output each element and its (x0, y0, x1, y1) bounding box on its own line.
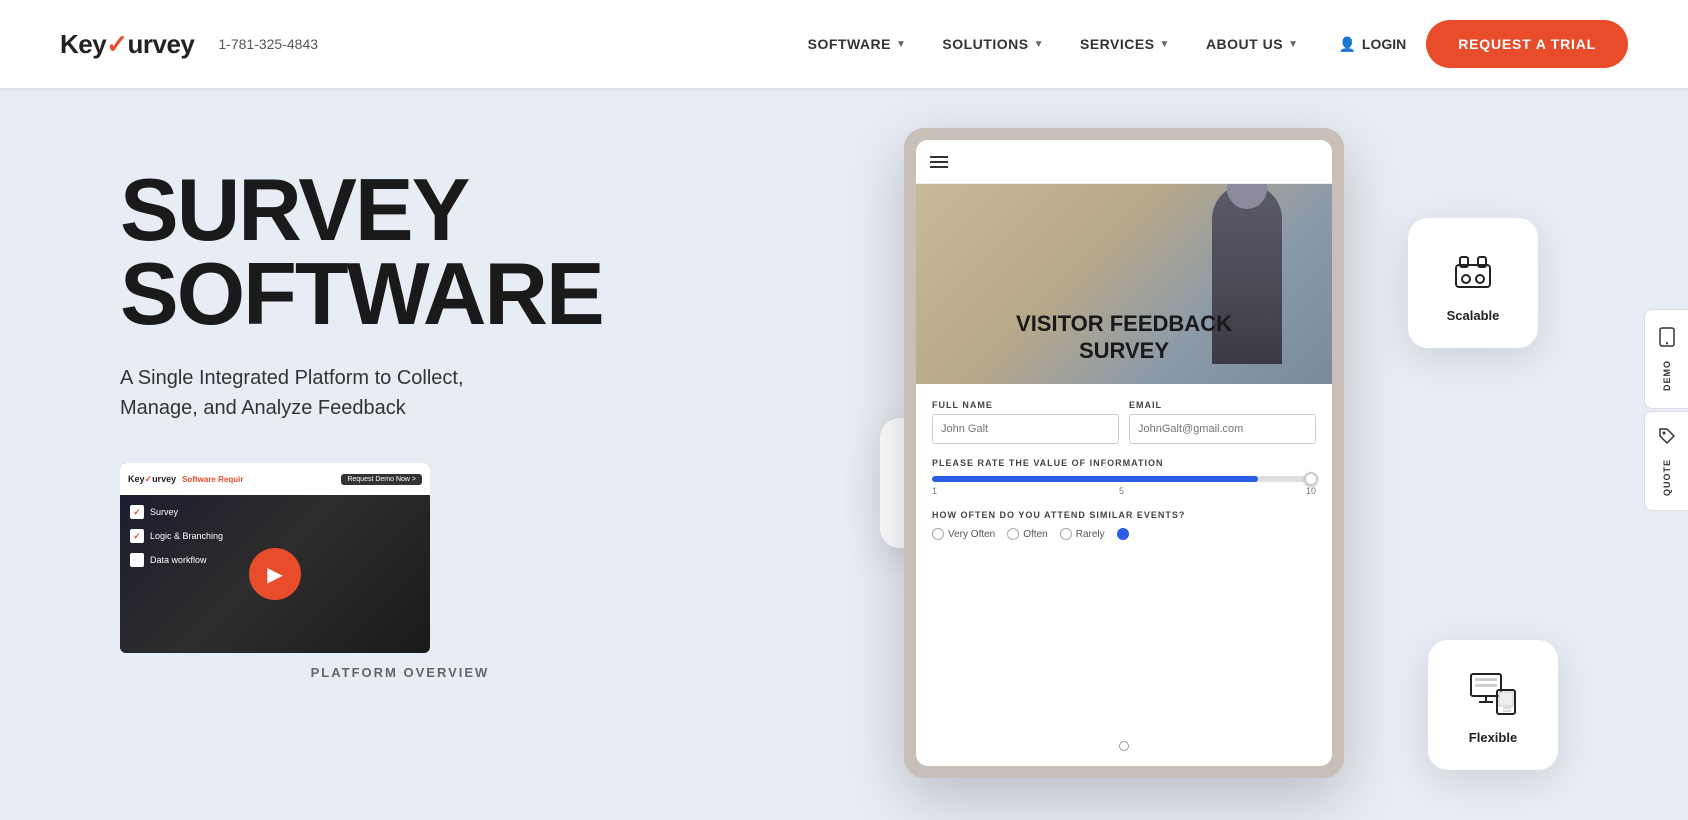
phone-number: 1-781-325-4843 (218, 36, 318, 52)
full-name-field: FULL NAME (932, 400, 1119, 444)
survey-title: VISITOR FEEDBACK SURVEY (936, 311, 1312, 364)
chevron-down-icon: ▼ (896, 39, 906, 50)
email-field: EMAIL (1129, 400, 1316, 444)
radio-rarely[interactable]: Rarely (1060, 528, 1105, 540)
nav-software-label: SOFTWARE (808, 36, 891, 52)
logo-text: Key (60, 29, 106, 60)
full-name-label: FULL NAME (932, 400, 1119, 410)
tablet-hero-image: VISITOR FEEDBACK SURVEY (916, 184, 1332, 384)
video-demo-button[interactable]: Request Demo Now > (341, 474, 422, 485)
radio-circle-icon (1007, 528, 1019, 540)
checkbox-icon: ✓ (130, 529, 144, 543)
logo-check-icon: ✓ (106, 29, 127, 60)
name-email-row: FULL NAME EMAIL (932, 400, 1316, 444)
video-checklist: ✓ Survey ✓ Logic & Branching Data workfl… (130, 505, 223, 567)
checkbox-icon (130, 553, 144, 567)
tablet-top-bar (916, 140, 1332, 184)
user-icon: 👤 (1338, 36, 1355, 53)
radio-circle-icon (932, 528, 944, 540)
logo[interactable]: Key✓urvey (60, 29, 194, 60)
hero-right: Scalable あ A Multilingual (680, 88, 1568, 820)
lego-icon (1445, 244, 1501, 300)
radio-circle-icon (1060, 528, 1072, 540)
radio-very-often-label: Very Often (948, 529, 995, 540)
nav-software[interactable]: SOFTWARE ▼ (808, 36, 907, 52)
nav-about-us[interactable]: ABOUT US ▼ (1206, 36, 1299, 52)
hero-left: SURVEY SOFTWARE A Single Integrated Plat… (120, 88, 680, 820)
tag-icon (1657, 426, 1677, 451)
quote-tab-label: QUOTE (1662, 459, 1672, 496)
flexible-card: Flexible (1428, 640, 1558, 770)
rating-label: PLEASE RATE THE VALUE OF INFORMATION (932, 458, 1316, 468)
slider-max-label: 10 (1306, 486, 1316, 496)
list-item-label: Survey (150, 507, 178, 517)
email-input[interactable] (1129, 414, 1316, 444)
logo-text2: urvey (128, 29, 195, 60)
radio-circle-selected-icon (1117, 528, 1129, 540)
radio-selected[interactable] (1117, 528, 1133, 540)
hamburger-icon[interactable] (930, 156, 948, 168)
video-logo: Key✓urvey (128, 474, 176, 485)
hero-title-line2: SOFTWARE (120, 244, 603, 343)
hero-section: SURVEY SOFTWARE A Single Integrated Plat… (0, 88, 1688, 820)
list-item-label: Logic & Branching (150, 531, 223, 541)
radio-often[interactable]: Often (1007, 528, 1047, 540)
tablet-icon (1657, 327, 1677, 352)
demo-tab[interactable]: DEMO (1644, 309, 1688, 409)
play-button[interactable]: ▶ (249, 548, 301, 600)
radio-group: Very Often Often Rarely (932, 528, 1316, 540)
tablet-bottom (916, 726, 1332, 766)
quote-tab[interactable]: QUOTE (1644, 411, 1688, 511)
login-button[interactable]: 👤 LOGIN (1338, 36, 1406, 53)
scalable-label: Scalable (1447, 308, 1500, 323)
video-content: ✓ Survey ✓ Logic & Branching Data workfl… (120, 495, 430, 653)
monitor-icon (1465, 666, 1521, 722)
login-label: LOGIN (1362, 36, 1406, 52)
list-item: ✓ Survey (130, 505, 223, 519)
nav-solutions-label: SOLUTIONS (942, 36, 1028, 52)
full-name-input[interactable] (932, 414, 1119, 444)
hero-title: SURVEY SOFTWARE (120, 168, 680, 335)
flexible-label: Flexible (1469, 730, 1517, 745)
video-header-bar: Key✓urvey Software Requir Request Demo N… (120, 463, 430, 495)
slider-min-label: 1 (932, 486, 937, 496)
checkbox-icon: ✓ (130, 505, 144, 519)
side-tabs: DEMO QUOTE (1644, 309, 1688, 511)
chevron-down-icon: ▼ (1288, 39, 1298, 50)
hero-subtitle: A Single Integrated Platform to Collect,… (120, 363, 520, 423)
slider-mid-label: 5 (1119, 486, 1124, 496)
tablet-form: FULL NAME EMAIL PLEASE RATE THE VALUE OF… (916, 384, 1332, 726)
demo-tab-label: DEMO (1662, 360, 1672, 391)
radio-very-often[interactable]: Very Often (932, 528, 995, 540)
tablet-mockup: VISITOR FEEDBACK SURVEY FULL NAME EMAIL (904, 128, 1344, 778)
header: Key✓urvey 1-781-325-4843 SOFTWARE ▼ SOLU… (0, 0, 1688, 88)
tablet-screen: VISITOR FEEDBACK SURVEY FULL NAME EMAIL (916, 140, 1332, 766)
video-thumbnail[interactable]: Key✓urvey Software Requir Request Demo N… (120, 463, 430, 653)
events-label: HOW OFTEN DO YOU ATTEND SIMILAR EVENTS? (932, 510, 1316, 520)
nav-solutions[interactable]: SOLUTIONS ▼ (942, 36, 1044, 52)
list-item-label: Data workflow (150, 555, 207, 565)
nav-services[interactable]: SERVICES ▼ (1080, 36, 1170, 52)
scalable-card: Scalable (1408, 218, 1538, 348)
header-actions: 👤 LOGIN REQUEST A TRIAL (1338, 20, 1628, 68)
nav-about-us-label: ABOUT US (1206, 36, 1283, 52)
slider-thumb[interactable] (1304, 472, 1318, 486)
request-trial-button[interactable]: REQUEST A TRIAL (1426, 20, 1628, 68)
slider-track[interactable] (932, 476, 1316, 482)
radio-rarely-label: Rarely (1076, 529, 1105, 540)
page-indicator (1119, 741, 1129, 751)
chevron-down-icon: ▼ (1160, 39, 1170, 50)
nav-services-label: SERVICES (1080, 36, 1155, 52)
video-title: Software Requir (182, 475, 243, 484)
list-item: ✓ Logic & Branching (130, 529, 223, 543)
main-nav: SOFTWARE ▼ SOLUTIONS ▼ SERVICES ▼ ABOUT … (808, 36, 1299, 52)
survey-title-overlay: VISITOR FEEDBACK SURVEY (916, 291, 1332, 384)
radio-often-label: Often (1023, 529, 1047, 540)
slider-fill (932, 476, 1258, 482)
platform-label: PLATFORM OVERVIEW (120, 665, 680, 680)
chevron-down-icon: ▼ (1034, 39, 1044, 50)
slider-labels: 1 5 10 (932, 486, 1316, 496)
email-label: EMAIL (1129, 400, 1316, 410)
list-item: Data workflow (130, 553, 223, 567)
